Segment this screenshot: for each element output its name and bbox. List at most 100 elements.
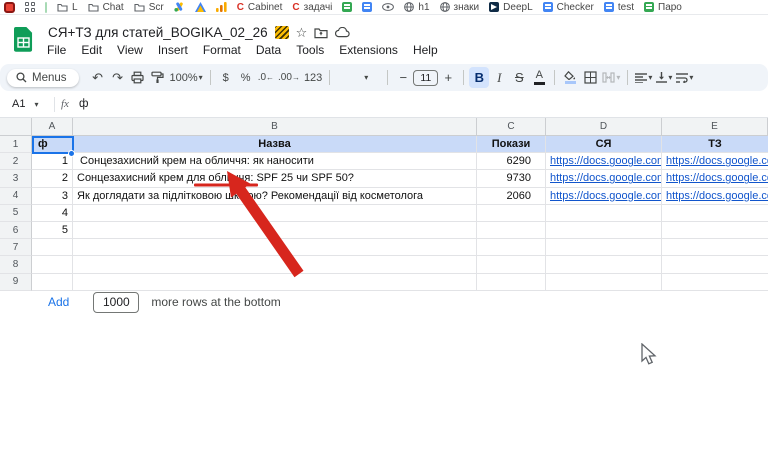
bookmark-checker[interactable]: Checker [542, 2, 594, 13]
cell-D1[interactable]: СЯ [546, 136, 662, 154]
cell-A3[interactable]: 2 [32, 170, 73, 188]
cell-C4[interactable]: 2060 [477, 187, 546, 205]
row-header-1[interactable]: 1 [0, 136, 32, 154]
bookmark-h1[interactable]: h1 [404, 2, 430, 13]
cell-E3-link[interactable]: https://docs.google.com/ [662, 170, 768, 188]
select-all-corner[interactable] [0, 118, 32, 136]
bookmark-marketing-platform[interactable] [194, 2, 206, 12]
cell-D8[interactable] [546, 256, 662, 274]
tab-groups-icon[interactable] [25, 2, 35, 12]
increase-decimals-button[interactable]: .00 → [276, 67, 302, 88]
format-currency-button[interactable]: $ [216, 67, 236, 88]
document-title[interactable]: СЯ+ТЗ для статей_BOGIKA_02_26 [48, 25, 268, 40]
column-header-e[interactable]: E [662, 118, 768, 136]
recorder-extension-icon[interactable] [4, 1, 15, 13]
menu-edit[interactable]: Edit [81, 43, 102, 57]
cell-A8[interactable] [32, 256, 73, 274]
cell-C5[interactable] [477, 204, 546, 222]
horizontal-align-button[interactable]: ▾ [633, 67, 654, 88]
row-header-5[interactable]: 5 [0, 204, 32, 222]
menu-tools[interactable]: Tools [296, 43, 324, 57]
fill-color-button[interactable] [560, 67, 580, 88]
cell-A6[interactable]: 5 [32, 221, 73, 240]
font-size-input[interactable]: 11 [413, 69, 439, 86]
bookmark-cabinet[interactable]: C Cabinet [237, 2, 283, 13]
cell-C8[interactable] [477, 256, 546, 274]
bookmark-analytics[interactable] [215, 2, 227, 12]
docs-bookmark-icon[interactable] [362, 2, 373, 12]
cell-D9[interactable] [546, 273, 662, 291]
cell-C1[interactable]: Покази [477, 136, 546, 154]
cell-D6[interactable] [546, 221, 662, 240]
cell-D2-link[interactable]: https://docs.google.com/ [546, 153, 662, 171]
column-header-a[interactable]: A [32, 118, 73, 136]
menu-format[interactable]: Format [203, 43, 241, 57]
print-button[interactable] [128, 67, 148, 88]
bookmark-znaky[interactable]: знаки [439, 2, 479, 13]
row-header-4[interactable]: 4 [0, 187, 32, 205]
menu-help[interactable]: Help [413, 43, 438, 57]
redo-button[interactable]: ↷ [108, 67, 128, 88]
cell-D7[interactable] [546, 239, 662, 257]
row-header-9[interactable]: 9 [0, 273, 32, 291]
rows-count-input[interactable] [93, 291, 140, 313]
column-header-d[interactable]: D [546, 118, 662, 136]
paint-format-button[interactable] [148, 67, 168, 88]
cell-E4-link[interactable]: https://docs.google.com/ [662, 188, 768, 205]
zoom-select[interactable]: 100% ▾ [168, 67, 205, 88]
row-header-6[interactable]: 6 [0, 221, 32, 240]
italic-button[interactable]: I [489, 67, 509, 88]
text-wrapping-button[interactable]: ▾ [674, 67, 695, 88]
bookmark-tasks[interactable]: C задачі [292, 2, 332, 13]
borders-button[interactable] [580, 67, 600, 88]
formula-input[interactable]: ф [79, 98, 88, 110]
bookmark-google-ads[interactable] [174, 2, 185, 12]
menu-insert[interactable]: Insert [158, 43, 188, 57]
cell-B9[interactable] [73, 273, 477, 291]
bookmark-l[interactable]: L [57, 2, 78, 13]
chevron-down-icon[interactable]: ▾ [364, 73, 368, 82]
more-formats-button[interactable]: 123 [302, 67, 324, 88]
undo-button[interactable]: ↶ [88, 67, 108, 88]
cell-A2[interactable]: 1 [32, 153, 73, 171]
cell-C2[interactable]: 6290 [477, 153, 546, 171]
cell-B8[interactable] [73, 256, 477, 274]
cell-E6[interactable] [662, 222, 768, 240]
cell-E7[interactable] [662, 239, 768, 257]
cell-A4[interactable]: 3 [32, 187, 73, 205]
cell-C7[interactable] [477, 239, 546, 257]
cell-B1[interactable]: Назва [73, 136, 477, 154]
cell-B5[interactable] [73, 204, 477, 222]
cell-B3[interactable]: Сонцезахисний крем для обличчя: SPF 25 ч… [73, 170, 477, 188]
cell-A9[interactable] [32, 273, 73, 291]
cell-D5[interactable] [546, 204, 662, 222]
cell-E5[interactable] [662, 205, 768, 222]
star-icon[interactable]: ☆ [296, 26, 308, 39]
cell-A7[interactable] [32, 239, 73, 257]
column-header-b[interactable]: B [73, 118, 477, 136]
menus-search-button[interactable]: Menus [7, 68, 79, 87]
decrease-font-size-button[interactable]: − [393, 67, 413, 88]
row-header-7[interactable]: 7 [0, 239, 32, 257]
cell-E1[interactable]: ТЗ [662, 136, 768, 154]
bookmark-paro[interactable]: Паро [644, 2, 682, 13]
bookmark-test[interactable]: test [603, 2, 634, 13]
menu-view[interactable]: View [117, 43, 143, 57]
menu-extensions[interactable]: Extensions [339, 43, 398, 57]
cloud-status-icon[interactable] [335, 27, 350, 38]
cell-E2-link[interactable]: https://docs.google.com/ [662, 153, 768, 171]
strikethrough-button[interactable]: S [509, 67, 529, 88]
menu-file[interactable]: File [47, 43, 66, 57]
cell-A5[interactable]: 4 [32, 204, 73, 222]
merge-cells-button[interactable]: ▾ [600, 67, 622, 88]
decrease-decimals-button[interactable]: .0 ← [256, 67, 276, 88]
cell-C3[interactable]: 9730 [477, 170, 546, 188]
bookmark-chat[interactable]: Chat [88, 2, 124, 13]
cell-E8[interactable] [662, 256, 768, 274]
bookmark-eye[interactable] [382, 3, 395, 11]
text-color-button[interactable]: A [529, 67, 549, 88]
increase-font-size-button[interactable]: + [438, 67, 458, 88]
bookmark-deepl[interactable]: DeepL [489, 2, 533, 13]
row-header-2[interactable]: 2 [0, 153, 32, 171]
sheets-bookmark-icon[interactable] [342, 2, 353, 12]
